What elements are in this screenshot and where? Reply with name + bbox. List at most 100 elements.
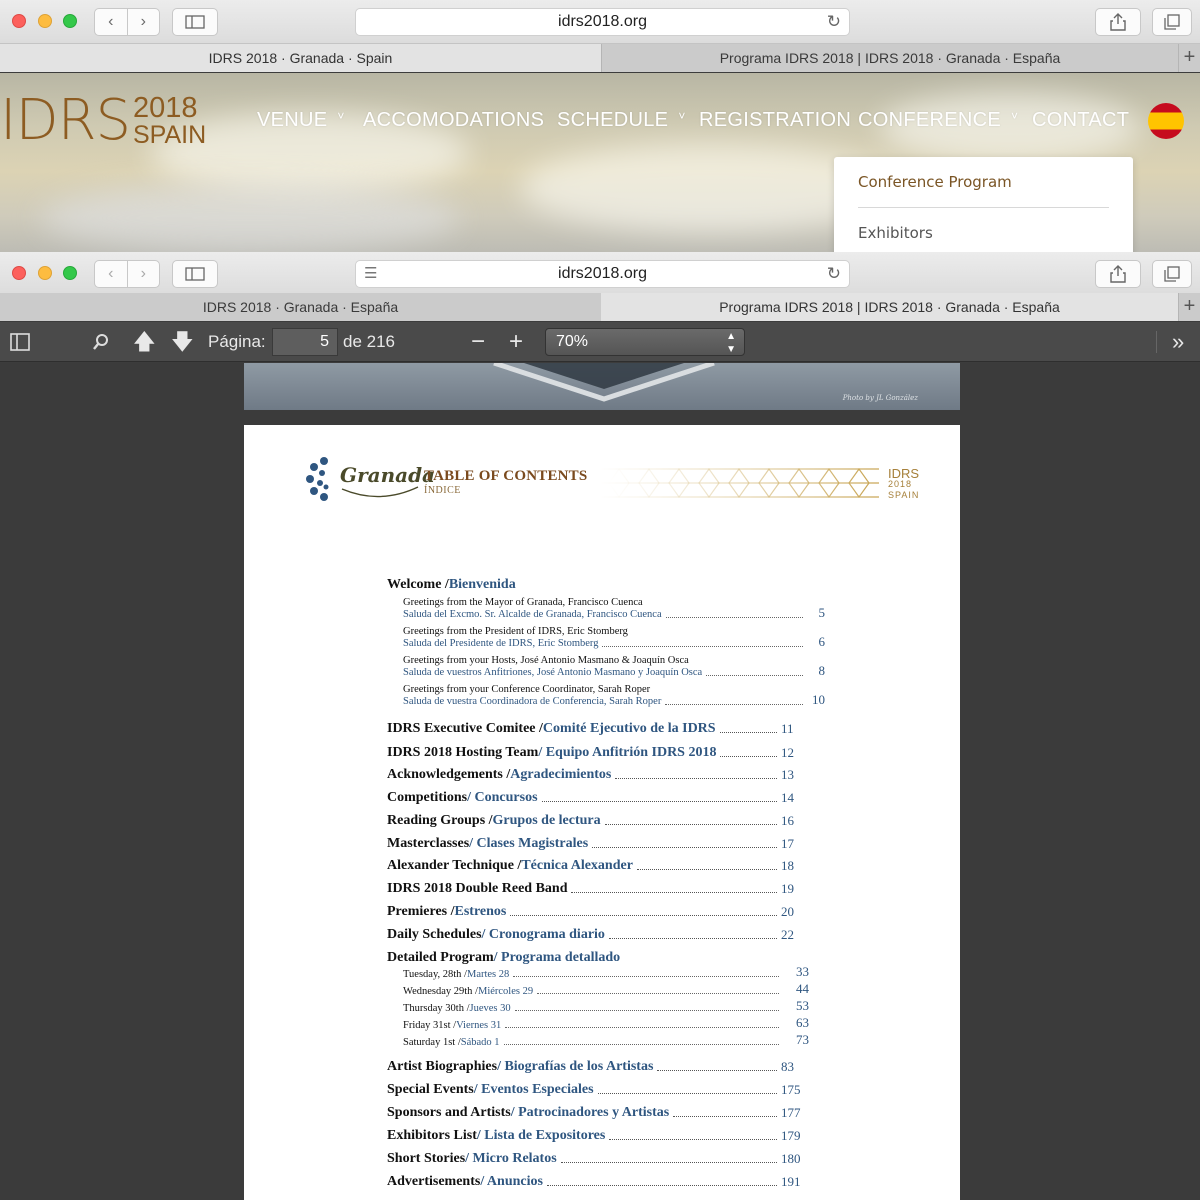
close-window-button[interactable] (12, 266, 26, 280)
toc-es: / Clases Magistrales (469, 836, 589, 851)
toc-section[interactable]: Acknowledgements / Agradecimientos 13 (387, 767, 807, 783)
address-bar[interactable]: ☰ idrs2018.org ↻ (355, 260, 850, 288)
url-text: idrs2018.org (558, 265, 647, 282)
toc-en: Friday 31st / (403, 1020, 457, 1031)
zoom-in-icon[interactable]: + (509, 322, 523, 362)
toc-section[interactable]: Alexander Technique / Técnica Alexander 1… (387, 858, 807, 874)
toc-es: / Micro Relatos (465, 1151, 557, 1166)
close-window-button[interactable] (12, 14, 26, 28)
minimize-window-button[interactable] (38, 266, 52, 280)
nav-contact[interactable]: CONTACT (1032, 109, 1129, 132)
tab-idrs-espana[interactable]: IDRS 2018 · Granada · España (0, 293, 601, 321)
dropdown-exhibitors[interactable]: Exhibitors (858, 224, 933, 242)
toc-section[interactable]: Exhibitors List / Lista de Expositores 17… (387, 1128, 807, 1144)
toc-section[interactable]: Daily Schedules / Cronograma diario 22 (387, 927, 807, 943)
sidebar-toggle-button[interactable] (172, 260, 218, 288)
sidebar-toggle-button[interactable] (172, 8, 218, 36)
show-tabs-button[interactable] (1152, 260, 1192, 288)
dropdown-conference-program[interactable]: Conference Program (858, 173, 1012, 191)
back-icon[interactable]: ‹ (95, 9, 127, 35)
toc-section[interactable]: Artist Biographies / Biografías de los A… (387, 1059, 807, 1075)
pdf-document-area[interactable]: Photo by JL González Granada TABLE OF CO… (0, 363, 1200, 1200)
zoom-out-icon[interactable]: − (471, 322, 485, 362)
more-chevron-icon[interactable]: » (1172, 322, 1184, 362)
toc-es: Bienvenida (448, 577, 516, 592)
share-button[interactable] (1095, 260, 1141, 288)
nav-accomodations[interactable]: ACCOMODATIONS (363, 109, 544, 132)
leader-dots (719, 732, 777, 733)
toc-day[interactable]: Wednesday 29th / Miércoles 29 44 (403, 981, 809, 997)
toc-section-welcome[interactable]: Welcome / Bienvenida (387, 577, 807, 593)
tab-title: Programa IDRS 2018 | IDRS 2018 · Granada… (719, 299, 1060, 315)
toc-welcome-item[interactable]: Greetings from the Mayor of Granada, Fra… (403, 597, 825, 621)
toc-section[interactable]: Special Events / Eventos Especiales 175 (387, 1082, 807, 1098)
arabesque-pattern (599, 467, 879, 499)
toc-welcome-item[interactable]: Greetings from your Hosts, José Antonio … (403, 655, 825, 679)
page-label: Página: (208, 332, 266, 351)
toc-section[interactable]: Competitions / Concursos 14 (387, 790, 807, 806)
toc-welcome-item[interactable]: Greetings from your Conference Coordinat… (403, 684, 825, 708)
toc-day[interactable]: Thursday 30th / Jueves 30 53 (403, 998, 809, 1014)
sidebar-icon (185, 15, 205, 29)
logo-main: IDRS (0, 88, 131, 153)
zoom-window-button[interactable] (63, 266, 77, 280)
next-page-icon[interactable]: 🡇 (171, 322, 194, 362)
tab-idrs-spain[interactable]: IDRS 2018 · Granada · Spain (0, 44, 601, 72)
new-tab-button[interactable]: + (1178, 44, 1200, 72)
reload-icon[interactable]: ↻ (827, 9, 841, 35)
leader-dots (571, 892, 777, 893)
nav-conference[interactable]: CONFERENCE ˅ (858, 109, 1018, 132)
show-tabs-button[interactable] (1152, 8, 1192, 36)
toc-en: IDRS 2018 Double Reed Band (387, 881, 568, 896)
toc-page: 22 (781, 927, 794, 942)
leader-dots (510, 915, 777, 916)
nav-label: VENUE (257, 109, 328, 131)
leader-dots (720, 756, 777, 757)
toc-section[interactable]: IDRS Executive Comitee / Comité Ejecutiv… (387, 721, 807, 737)
toc-welcome-item[interactable]: Greetings from the President of IDRS, Er… (403, 626, 825, 650)
nav-registration[interactable]: REGISTRATION (699, 109, 851, 132)
tab-programa[interactable]: Programa IDRS 2018 | IDRS 2018 · Granada… (601, 44, 1178, 72)
tab-title: Programa IDRS 2018 | IDRS 2018 · Granada… (719, 50, 1061, 66)
toc-day[interactable]: Tuesday, 28th / Martes 28 33 (403, 964, 809, 980)
spain-flag-icon[interactable] (1148, 103, 1184, 139)
pdf-sidebar-icon[interactable] (10, 322, 30, 362)
toc-section[interactable]: IDRS 2018 Hosting Team / Equipo Anfitrió… (387, 745, 807, 761)
back-icon[interactable]: ‹ (95, 261, 127, 287)
tab-programa-pdf[interactable]: Programa IDRS 2018 | IDRS 2018 · Granada… (601, 293, 1178, 321)
toc-section-detailed[interactable]: Detailed Program / Programa detallado (387, 950, 807, 966)
page-number-input[interactable]: 5 (272, 328, 338, 356)
previous-page-icon[interactable]: 🡅 (133, 322, 156, 362)
reload-icon[interactable]: ↻ (827, 261, 841, 287)
toc-section[interactable]: Short Stories / Micro Relatos 180 (387, 1151, 807, 1167)
toc-day[interactable]: Friday 31st / Viernes 31 63 (403, 1015, 809, 1031)
nav-label: ACCOMODATIONS (363, 109, 545, 131)
share-button[interactable] (1095, 8, 1141, 36)
toc-es: / Anuncios (480, 1174, 543, 1189)
toc-section[interactable]: Advertisements / Anuncios 191 (387, 1174, 807, 1190)
toc-day[interactable]: Saturday 1st / Sábado 1 73 (403, 1032, 809, 1048)
toc-page: 19 (781, 881, 794, 896)
toc-page: 16 (781, 813, 794, 828)
new-tab-button[interactable]: + (1178, 293, 1200, 321)
toc-section[interactable]: Masterclasses / Clases Magistrales 17 (387, 836, 807, 852)
zoom-window-button[interactable] (63, 14, 77, 28)
toc-page: 191 (781, 1174, 801, 1189)
forward-icon[interactable]: › (127, 261, 159, 287)
website-header: IDRS 2018 SPAIN VENUE ˅ ACCOMODATIONS SCH… (0, 73, 1200, 252)
screen: ‹ › idrs2018.org ↻ IDRS 2018 · Granada · … (0, 0, 1200, 1200)
nav-schedule[interactable]: SCHEDULE ˅ (557, 109, 686, 132)
toc-section[interactable]: Sponsors and Artists / Patrocinadores y … (387, 1105, 807, 1121)
leader-dots (541, 801, 777, 802)
zoom-select[interactable]: 70% ▲ ▼ (545, 328, 745, 356)
reader-icon[interactable]: ☰ (364, 261, 377, 287)
search-icon[interactable] (92, 322, 110, 362)
toc-section[interactable]: Premieres / Estrenos 20 (387, 904, 807, 920)
toc-section[interactable]: IDRS 2018 Double Reed Band 19 (387, 881, 807, 897)
pdf-tab-bar: IDRS 2018 · Granada · España Programa ID… (0, 293, 1200, 321)
toc-section[interactable]: Reading Groups / Grupos de lectura 16 (387, 813, 807, 829)
address-bar[interactable]: idrs2018.org ↻ (355, 8, 850, 36)
forward-icon[interactable]: › (127, 9, 159, 35)
nav-venue[interactable]: VENUE ˅ (257, 109, 345, 132)
minimize-window-button[interactable] (38, 14, 52, 28)
